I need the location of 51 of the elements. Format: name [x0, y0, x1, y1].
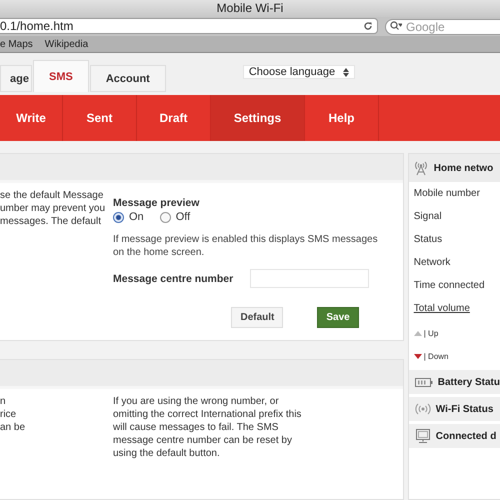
nav-tab[interactable]: Help: [305, 95, 379, 141]
status-label: Time connected: [414, 280, 485, 293]
description-text: umber may prevent you: [0, 202, 106, 215]
search-icon: [390, 21, 402, 32]
nav-tab[interactable]: Settings: [211, 95, 305, 141]
status-label: Mobile number: [414, 188, 480, 201]
bookmark-link[interactable]: Wikipedia: [44, 38, 88, 50]
status-label: Network: [414, 257, 450, 270]
description-text: n: [0, 395, 7, 408]
help-text: If you are using the wrong number, or omitting the correct International prefix this will cause messages to fail. The SMS message centre number can be reset by using the default button.: [112, 395, 302, 461]
up-triangle-icon: [414, 330, 422, 336]
search-field[interactable]: Google: [385, 19, 500, 36]
legend-label: | Up: [424, 328, 438, 338]
sidebar-section[interactable]: Battery Statu: [408, 370, 500, 394]
address-field[interactable]: 0.1/home.htm: [0, 18, 378, 34]
reload-icon[interactable]: [363, 21, 373, 32]
page-tab[interactable]: Account: [90, 65, 166, 92]
section-title: Home netwo: [434, 162, 494, 174]
status-label: Status: [414, 234, 442, 247]
default-button[interactable]: Default: [231, 307, 284, 328]
description-text: messages. The default: [0, 215, 102, 228]
description-text: an be: [0, 421, 26, 434]
radio-button[interactable]: [113, 212, 124, 222]
bookmark-link[interactable]: e Maps: [0, 38, 33, 50]
down-triangle-icon: [414, 354, 422, 358]
wireless-icon: [414, 403, 431, 415]
legend-label: | Down: [424, 352, 449, 360]
sidebar-section[interactable]: Wi-Fi Status: [408, 397, 500, 421]
language-select[interactable]: Choose language: [242, 65, 355, 80]
total-volume-link[interactable]: Total volume: [414, 303, 470, 317]
help-text: If message preview is enabled this displays SMS messages on the home screen.: [113, 233, 378, 259]
radio-button[interactable]: [160, 212, 171, 222]
window-title: Mobile Wi-Fi: [216, 1, 284, 16]
number-field[interactable]: [250, 269, 370, 288]
description-text: se the default Message: [0, 189, 104, 202]
updown-arrows-icon: [342, 68, 349, 77]
field-label: Message centre number: [113, 272, 234, 284]
status-label: Signal: [414, 211, 442, 224]
page-tab[interactable]: SMS: [33, 60, 89, 92]
nav-tab[interactable]: Write: [0, 95, 63, 141]
nav-tab[interactable]: Sent: [63, 95, 137, 141]
radio-label: Off: [176, 211, 190, 223]
page-tab[interactable]: age: [0, 65, 32, 92]
sidebar-section[interactable]: Connected d: [408, 424, 500, 448]
save-button[interactable]: Save: [317, 307, 359, 328]
description-text: rice: [0, 408, 18, 421]
field-label: Message preview: [113, 197, 200, 209]
antenna-icon: [412, 160, 429, 176]
battery-icon: [414, 378, 433, 386]
radio-label: On: [129, 211, 144, 223]
monitor-icon: [414, 428, 431, 444]
